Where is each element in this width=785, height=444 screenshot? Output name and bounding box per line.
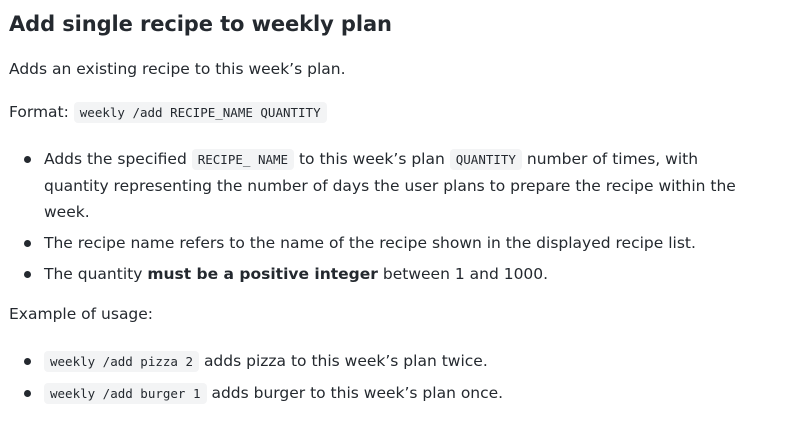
example-list: weekly /add pizza 2 adds pizza to this w… [9,348,779,407]
section-description: Adds an existing recipe to this week’s p… [9,60,346,78]
bullet3-text-b: between 1 and 1000. [382,265,549,283]
example-code: weekly /add pizza 2 [44,351,199,372]
bullet1-text-b: to this week’s plan [298,150,445,168]
bullet3-text-a: The quantity [44,265,143,283]
format-paragraph: Format: weekly /add RECIPE_NAME QUANTITY [9,102,327,123]
bullet1-line3: week. [44,203,90,221]
section-heading: Add single recipe to weekly plan [9,12,392,36]
example-text: adds pizza to this week’s plan twice. [203,352,488,370]
bullet3-emphasis: must be a positive integer [147,265,378,283]
example-item: weekly /add pizza 2 adds pizza to this w… [9,348,779,375]
example-text: adds burger to this week’s plan once. [211,384,504,402]
example-item: weekly /add burger 1 adds burger to this… [9,380,779,407]
example-label: Example of usage: [9,305,154,323]
bullet1-line2: quantity representing the number of days… [44,177,736,195]
format-label: Format: [9,103,69,121]
list-item-quantity: The quantity must be a positive integer … [9,261,779,287]
bullet1-line1: Adds the specified RECIPE_ NAME to this … [44,146,779,173]
example-code: weekly /add burger 1 [44,383,207,404]
format-code: weekly /add RECIPE_NAME QUANTITY [73,102,327,123]
details-list: Adds the specified RECIPE_ NAME to this … [9,146,779,287]
list-item-recipe-name: The recipe name refers to the name of th… [9,230,779,256]
bullet1-text-a: Adds the specified [44,150,187,168]
recipe-name-code: RECIPE_ NAME [191,149,295,170]
quantity-code: QUANTITY [449,149,522,170]
list-item-specified: Adds the specified RECIPE_ NAME to this … [9,146,779,225]
bullet1-text-c: number of times, with [526,150,699,168]
